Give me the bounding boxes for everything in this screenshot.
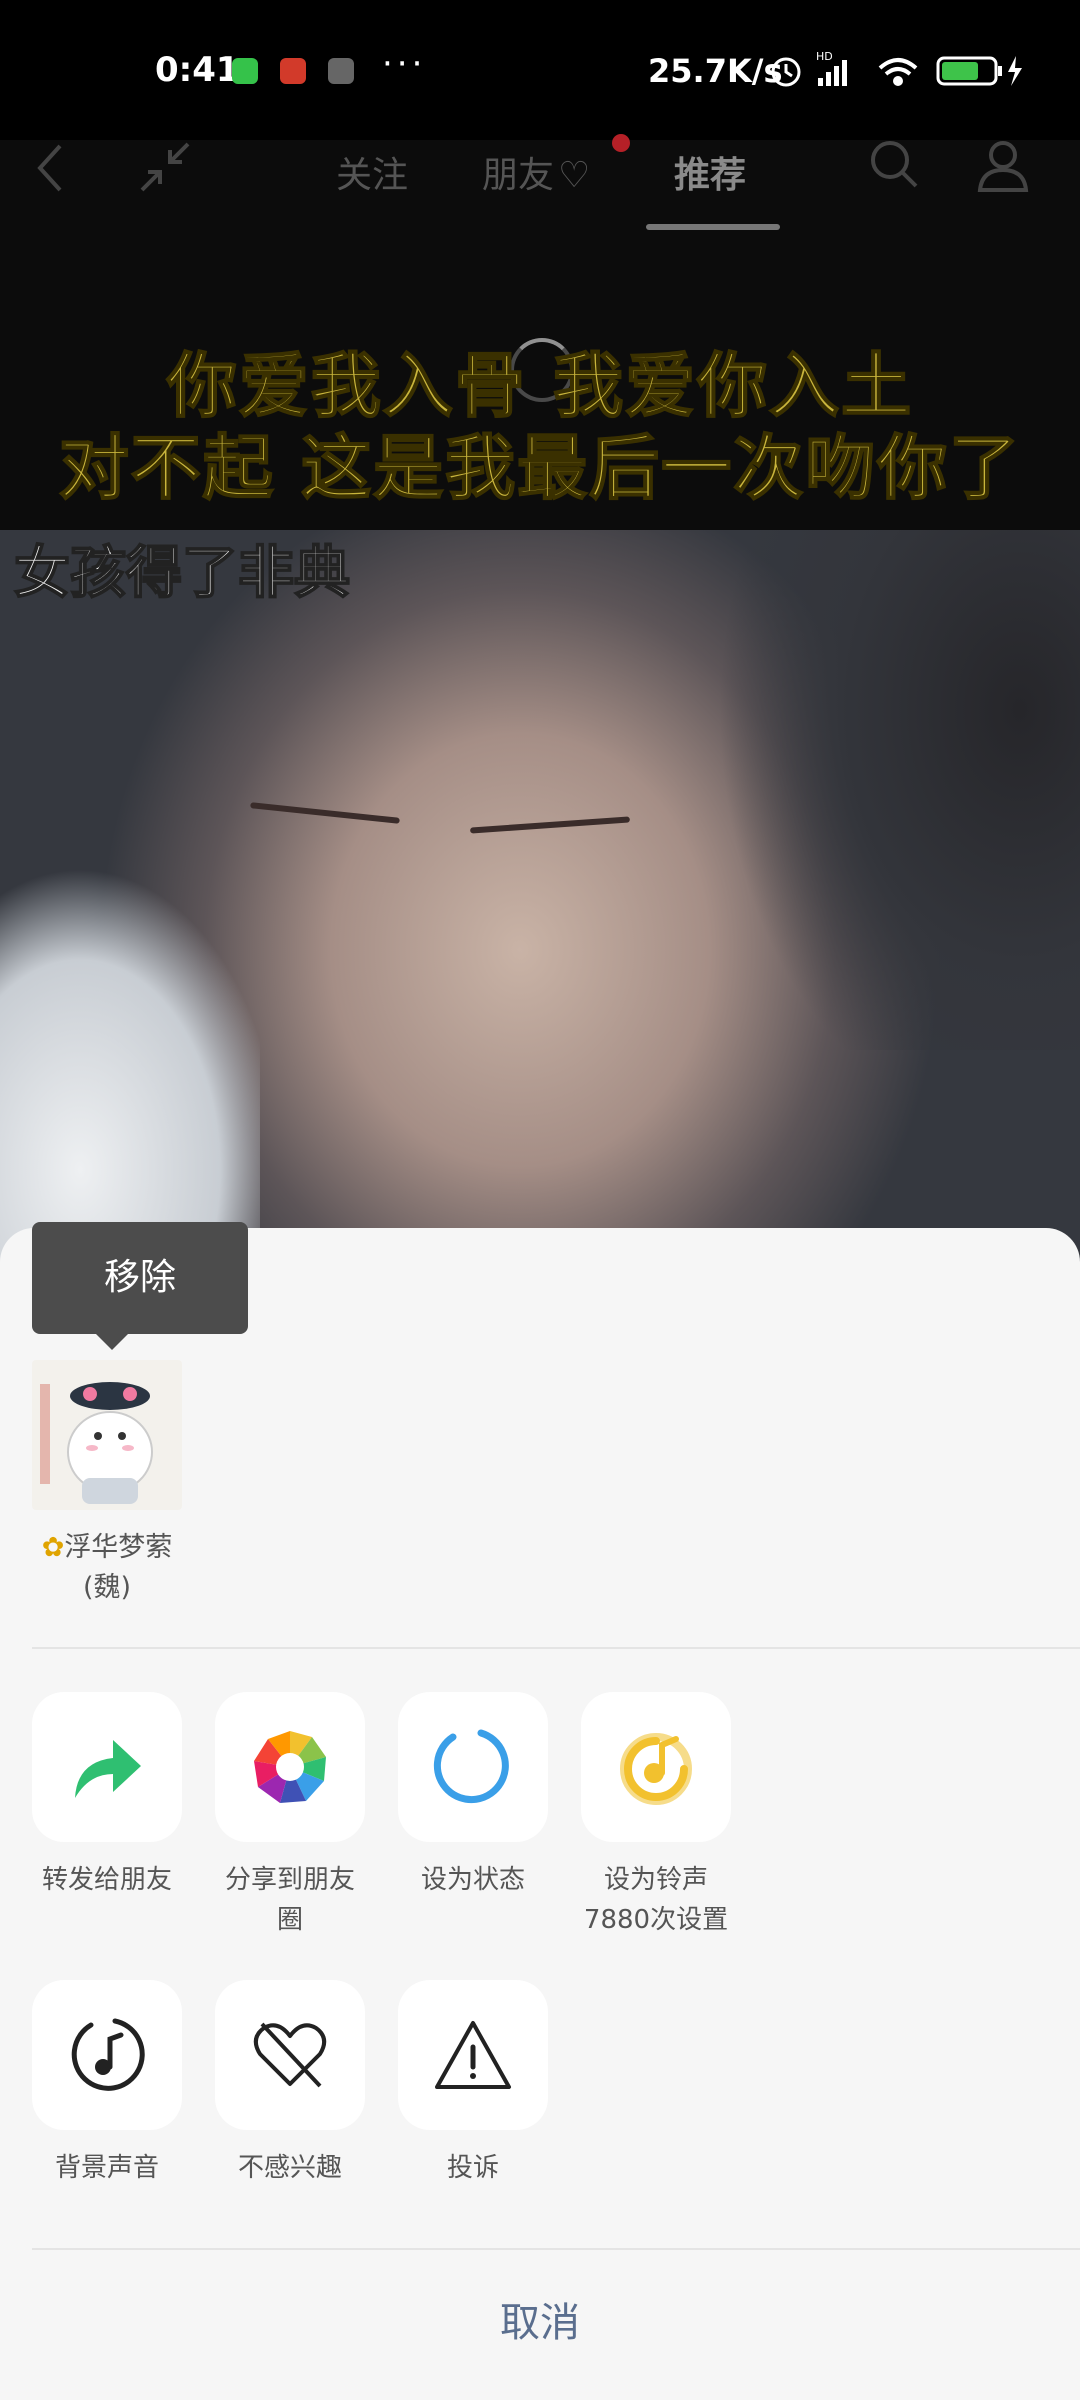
video-caption-line2: 对不起 这是我最后一次吻你了 [58,426,1022,510]
forward-to-friend-button[interactable]: 转发给朋友 [32,1692,182,1900]
active-tab-indicator [646,224,780,230]
app-notification-icon [232,58,258,84]
not-interested-label: 不感兴趣 [237,2153,342,2183]
divider [32,1647,1080,1649]
profile-icon[interactable] [976,138,1030,196]
tab-friends[interactable]: 朋友 ♡ [482,146,590,198]
alarm-icon [771,57,801,87]
not-interested-button[interactable]: 不感兴趣 [215,1980,365,2188]
background-sound-label: 背景声音 [54,2153,159,2183]
remove-tooltip[interactable]: 移除 [32,1222,248,1334]
tab-follow[interactable]: 关注 [336,146,408,198]
forward-arrow-icon [75,1740,141,1798]
status-ring-icon [433,1729,509,1804]
report-tile[interactable] [398,1980,548,2130]
friend-name: ✿浮华梦萦 (魏) [32,1528,182,1608]
moments-tile[interactable] [215,1692,365,1842]
status-time: 0:41 [155,50,240,90]
top-nav: 关注 朋友 ♡ 推荐 [0,110,1080,240]
video-eye-shade [250,802,400,824]
tab-recommend[interactable]: 推荐 [674,146,746,198]
moments-shutter-icon [254,1731,326,1803]
video-player[interactable]: 你爱我入骨 我爱你入土 对不起 这是我最后一次吻你了 女孩得了非典 [0,140,1080,1280]
collapse-icon[interactable] [138,140,192,198]
share-to-moments-button[interactable]: 分享到朋友圈 [215,1692,365,1940]
report-label: 投诉 [446,2153,499,2183]
cancel-button[interactable]: 取消 [0,2290,1080,2348]
video-eye-shade [469,816,631,834]
signal-icon [818,60,847,86]
friend-name-line2: (魏) [82,1572,132,1603]
more-notifications-icon: ··· [382,44,427,84]
tab-friends-label: 朋友 [482,155,555,196]
set-as-ringtone-button[interactable]: 设为铃声 7880次设置 [581,1692,731,1940]
search-icon[interactable] [868,138,920,194]
back-icon[interactable] [30,140,70,200]
ringtone-label-main: 设为铃声 [603,1865,708,1895]
ringtone-label: 设为铃声 7880次设置 [581,1860,731,1940]
sunflower-icon: ✿ [41,1532,65,1563]
broken-heart-icon [253,2022,327,2088]
heart-icon: ♡ [558,155,591,196]
divider [32,2248,1080,2250]
not-interested-tile[interactable] [215,1980,365,2130]
video-pillow-shade [0,850,260,1280]
forward-tile[interactable] [32,1692,182,1842]
status-icons: HD [768,50,1028,94]
video-overlay-text: 女孩得了非典 [13,540,351,607]
wifi-icon [878,58,918,86]
music-note-icon [71,2018,145,2091]
friend-avatar[interactable] [32,1360,182,1510]
app-notification-icon [328,58,354,84]
network-speed: 25.7K/s [648,52,783,90]
background-sound-tile[interactable] [32,1980,182,2130]
app-notification-icon [280,58,306,84]
moments-label: 分享到朋友圈 [224,1865,355,1935]
background-sound-button[interactable]: 背景声音 [32,1980,182,2188]
battery-icon [936,56,1002,86]
video-hair-shade [700,530,1080,1050]
tooltip-arrow [96,1334,128,1350]
report-button[interactable]: 投诉 [398,1980,548,2188]
svg-text:HD: HD [816,50,833,63]
status-label: 设为状态 [420,1865,525,1895]
video-frame [0,530,1080,1280]
ringtone-count: 7880次设置 [583,1905,729,1935]
friend-name-line1: 浮华梦萦 [64,1532,173,1563]
ringtone-tile[interactable] [581,1692,731,1842]
warning-triangle-icon [435,2021,511,2089]
forward-label: 转发给朋友 [41,1865,172,1895]
notification-dot [612,134,630,152]
set-as-status-button[interactable]: 设为状态 [398,1692,548,1900]
ringtone-icon [620,1733,692,1805]
status-tile[interactable] [398,1692,548,1842]
charging-icon [1008,56,1022,86]
